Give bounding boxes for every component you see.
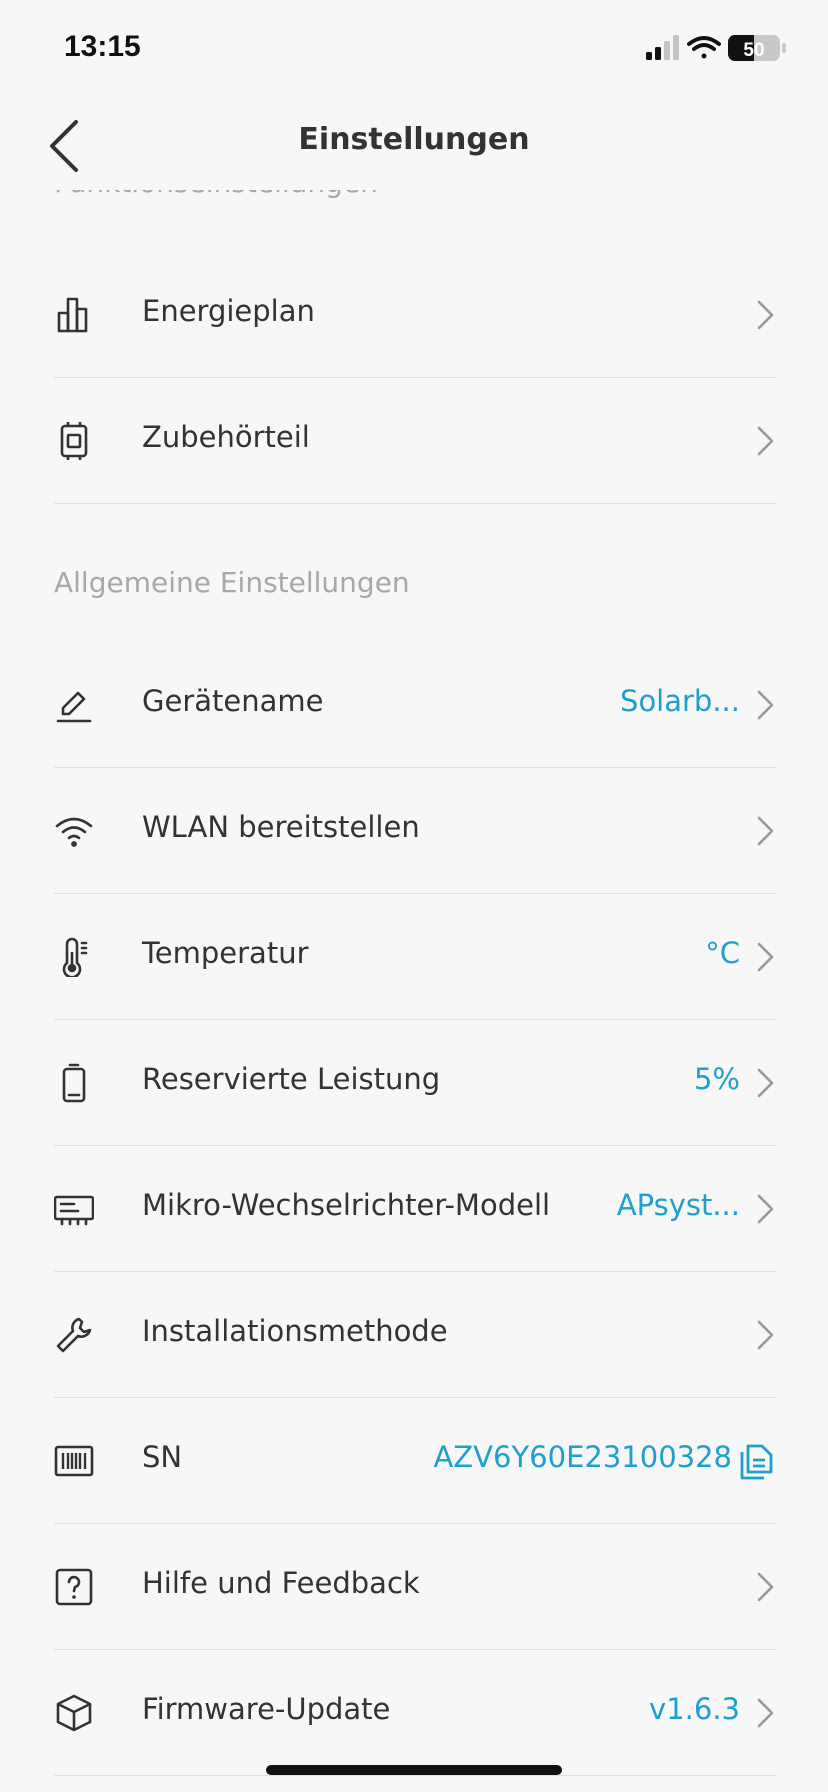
section-header-function-settings: Funktionseinstellungen	[54, 190, 378, 199]
wifi-status-icon	[687, 36, 721, 59]
home-indicator	[266, 1765, 562, 1775]
row-label: Mikro-Wechselrichter-Modell	[142, 1188, 551, 1222]
row-label: Firmware-Update	[142, 1692, 391, 1726]
chevron-right-icon	[757, 426, 774, 456]
row-wlan[interactable]: WLAN bereitstellen	[54, 768, 776, 894]
row-value: v1.6.3	[649, 1692, 740, 1726]
status-icons: 50	[642, 34, 792, 62]
chevron-right-icon	[757, 816, 774, 846]
row-device-name[interactable]: Gerätename Solarb...	[54, 642, 776, 768]
row-accessory[interactable]: Zubehörteil	[54, 378, 776, 504]
row-label: Zubehörteil	[142, 420, 310, 454]
wrench-icon	[56, 1317, 92, 1353]
pen-icon	[56, 691, 92, 723]
bar-chart-icon	[57, 297, 88, 333]
row-value: APsyst...	[616, 1188, 740, 1222]
device-icon	[60, 422, 88, 460]
chevron-right-icon	[757, 1194, 774, 1224]
row-label: Temperatur	[142, 936, 309, 970]
section-header-general-settings: Allgemeine Einstellungen	[54, 566, 410, 599]
page-title: Einstellungen	[298, 122, 530, 157]
wifi-icon	[55, 817, 93, 847]
row-value: 5%	[693, 1062, 740, 1096]
chevron-right-icon	[757, 1572, 774, 1602]
row-value: AZV6Y60E23100328	[433, 1440, 732, 1474]
signal-icon	[646, 35, 679, 60]
status-time: 13:15	[64, 30, 141, 63]
row-micro-inverter[interactable]: Mikro-Wechselrichter-Modell APsyst...	[54, 1146, 776, 1272]
copy-icon[interactable]	[736, 1442, 774, 1480]
row-label: Installationsmethode	[142, 1314, 448, 1348]
row-sn[interactable]: SN AZV6Y60E23100328	[54, 1398, 776, 1524]
row-label: Reservierte Leistung	[142, 1062, 441, 1096]
chevron-right-icon	[757, 690, 774, 720]
chevron-right-icon	[757, 1320, 774, 1350]
row-label: Hilfe und Feedback	[142, 1566, 420, 1600]
box-icon	[56, 1694, 92, 1732]
row-label: Energieplan	[142, 294, 315, 328]
chevron-right-icon	[757, 1068, 774, 1098]
row-value: Solarb...	[620, 684, 740, 718]
battery-status-icon: 50	[728, 35, 786, 61]
battery-level: 50	[743, 40, 764, 61]
chevron-right-icon	[757, 1698, 774, 1728]
row-energy-plan[interactable]: Energieplan	[54, 252, 776, 378]
chevron-right-icon	[757, 942, 774, 972]
row-value: °C	[705, 936, 740, 970]
thermometer-icon	[62, 937, 88, 977]
nav-bar: Einstellungen	[0, 100, 828, 190]
row-label: Gerätename	[142, 684, 324, 718]
barcode-icon	[54, 1445, 94, 1477]
row-temperature[interactable]: Temperatur °C	[54, 894, 776, 1020]
row-help[interactable]: Hilfe und Feedback	[54, 1524, 776, 1650]
help-icon	[55, 1568, 93, 1606]
status-bar: 13:15 50	[0, 0, 828, 100]
row-label: SN	[142, 1440, 183, 1474]
row-installation[interactable]: Installationsmethode	[54, 1272, 776, 1398]
inverter-icon	[54, 1195, 94, 1226]
chevron-right-icon	[757, 300, 774, 330]
battery-icon	[62, 1063, 86, 1103]
row-firmware[interactable]: Firmware-Update v1.6.3	[54, 1650, 776, 1776]
row-reserved-power[interactable]: Reservierte Leistung 5%	[54, 1020, 776, 1146]
row-label: WLAN bereitstellen	[142, 810, 420, 844]
